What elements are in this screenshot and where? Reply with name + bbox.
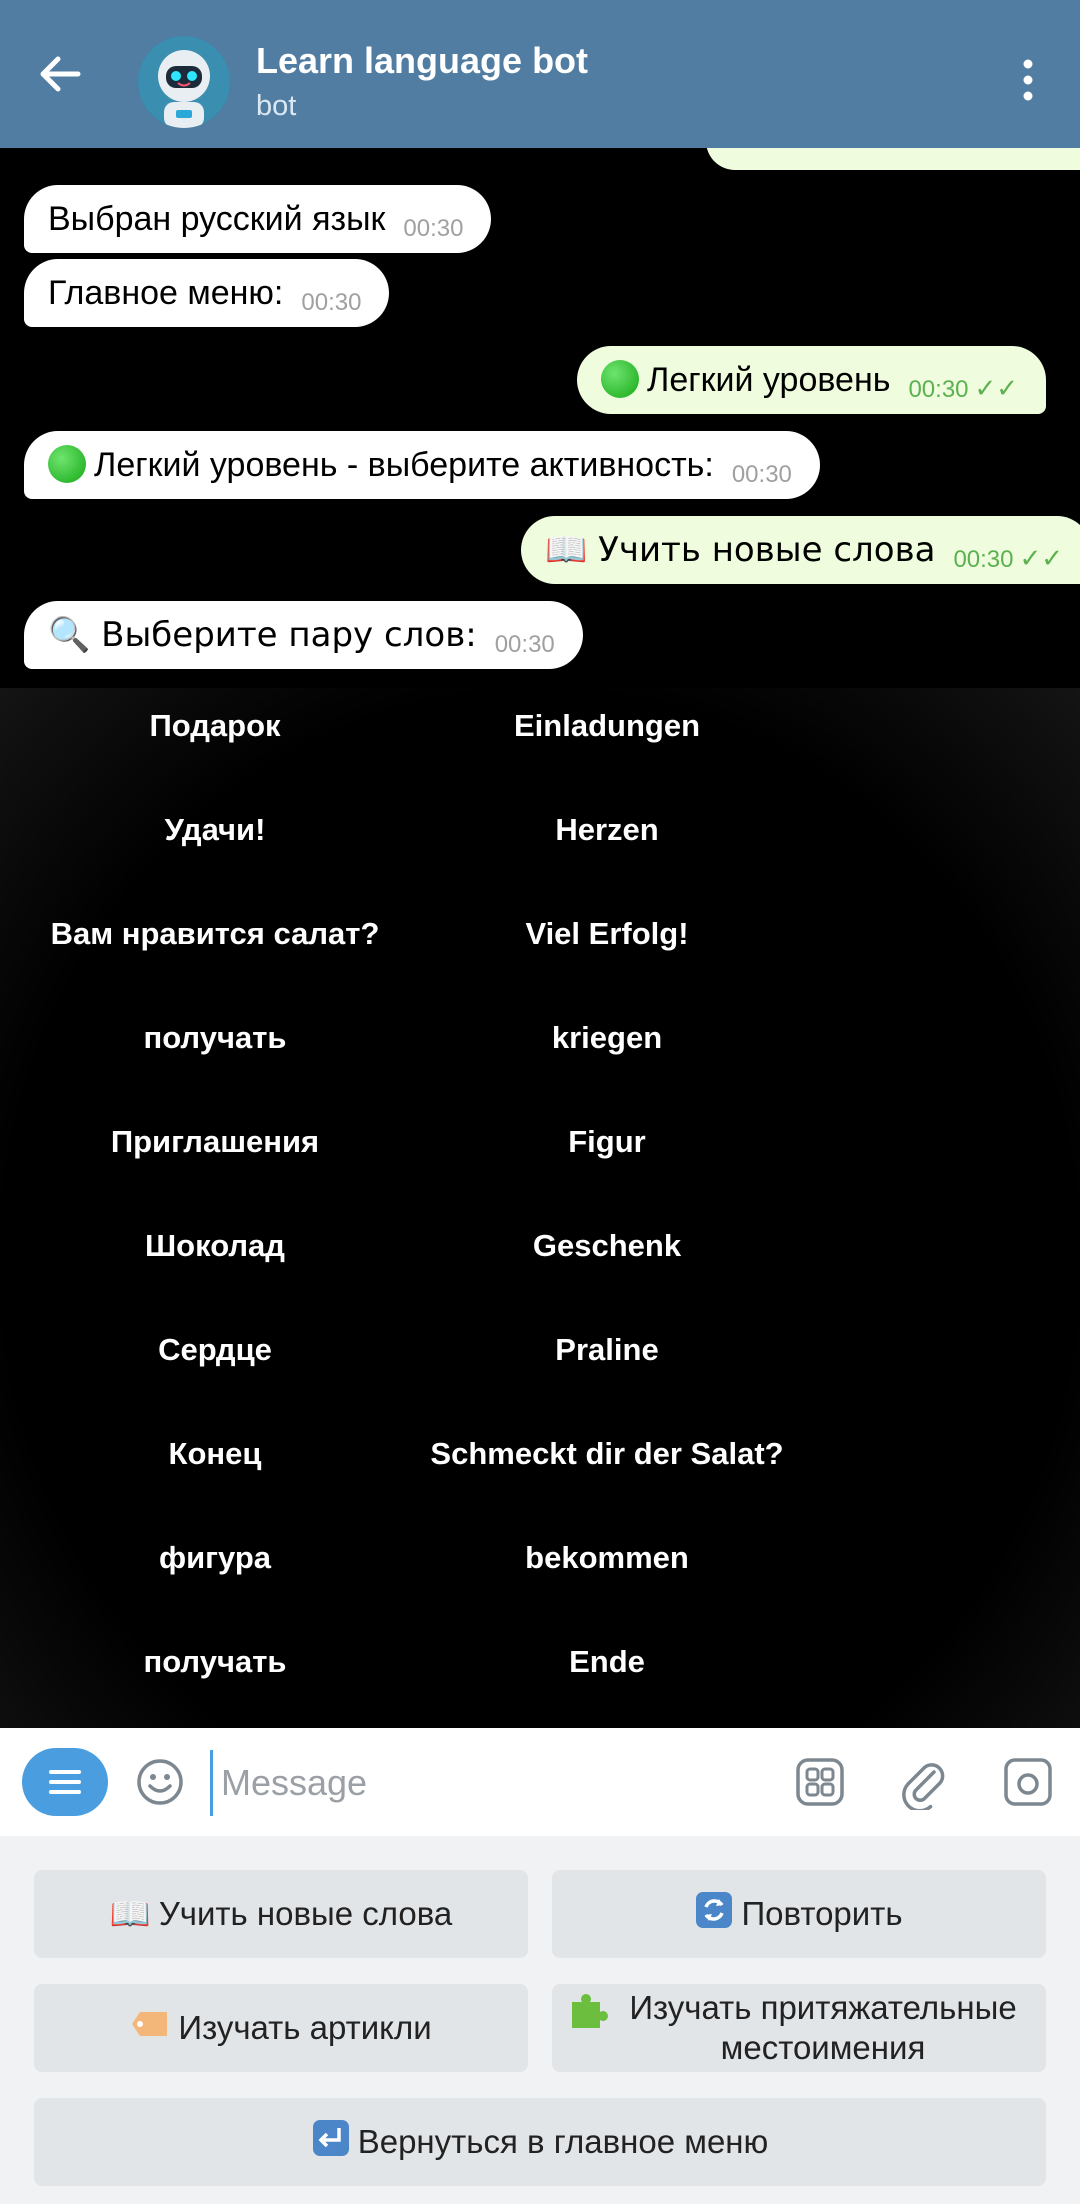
message-time: 00:30: [494, 631, 555, 658]
word-pair-row: Сердце Praline: [0, 1320, 1080, 1380]
word-button-ru[interactable]: Подарок: [20, 696, 410, 756]
green-circle-icon: [601, 360, 639, 398]
back-arrow-icon[interactable]: [30, 44, 90, 104]
puzzle-piece-icon: [568, 1990, 608, 2039]
bot-avatar[interactable]: [138, 36, 230, 128]
word-pair-row: Конец Schmeckt dir der Salat?: [0, 1424, 1080, 1484]
robot-avatar-icon: [138, 36, 230, 128]
word-button-de[interactable]: Viel Erfolg!: [407, 904, 807, 964]
attach-paperclip-icon[interactable]: [896, 1754, 952, 1810]
word-button-de[interactable]: Einladungen: [407, 696, 807, 756]
message-input-bar: [0, 1728, 1080, 1836]
message-text: Легкий уровень - выберите активность:: [94, 446, 714, 484]
word-button-de[interactable]: kriegen: [407, 1008, 807, 1068]
button-label: Повторить: [741, 1895, 903, 1932]
message-bubble[interactable]: 🔍 Выберите пару слов: 00:30: [24, 601, 583, 669]
message-text: Легкий уровень: [647, 361, 891, 399]
double-check-icon: ✓✓: [1019, 543, 1064, 573]
return-arrow-icon: [312, 2119, 350, 2166]
bot-menu-button[interactable]: [22, 1748, 108, 1816]
repeat-button[interactable]: Повторить: [552, 1870, 1046, 1958]
study-articles-button[interactable]: Изучать артикли: [34, 1984, 528, 2072]
button-label: Изучать артикли: [178, 2009, 432, 2046]
word-button-ru[interactable]: Шоколад: [20, 1216, 410, 1276]
message-time: 00:30: [953, 546, 1014, 573]
bot-commands-icon[interactable]: [792, 1754, 848, 1810]
word-button-de[interactable]: bekommen: [407, 1528, 807, 1588]
message-bubble[interactable]: 📖 Учить новые слова 00:30 ✓✓: [521, 516, 1080, 584]
message-text: 🔍 Выберите пару слов:: [48, 615, 477, 655]
word-button-ru[interactable]: Сердце: [20, 1320, 410, 1380]
word-pair-row: Приглашения Figur: [0, 1112, 1080, 1172]
tag-icon: [130, 2008, 170, 2048]
word-button-ru[interactable]: получать: [20, 1008, 410, 1068]
word-button-ru[interactable]: получать: [20, 1632, 410, 1692]
button-label: Учить новые слова: [158, 1895, 453, 1932]
word-pair-row: фигура bekommen: [0, 1528, 1080, 1588]
reply-keyboard: 📖 Учить новые слова Повторить Изучать арт…: [0, 1836, 1080, 2204]
word-pair-row: получать kriegen: [0, 1008, 1080, 1068]
word-pair-row: Удачи! Herzen: [0, 800, 1080, 860]
button-label: Вернуться в главное меню: [357, 2123, 769, 2160]
word-pair-row: Подарок Einladungen: [0, 696, 1080, 756]
back-to-main-menu-button[interactable]: Вернуться в главное меню: [34, 2098, 1046, 2186]
word-button-de[interactable]: Herzen: [407, 800, 807, 860]
message-bubble[interactable]: Легкий уровень 00:30 ✓✓: [577, 346, 1047, 414]
menu-lines-icon: [49, 1770, 81, 1794]
message-time: 00:30: [731, 461, 792, 488]
message-bubble[interactable]: Главное меню: 00:30: [24, 259, 390, 327]
learn-new-words-button[interactable]: 📖 Учить новые слова: [34, 1870, 528, 1958]
word-pair-row: Вам нравится салат? Viel Erfolg!: [0, 904, 1080, 964]
open-book-icon: 📖: [109, 1894, 151, 1933]
chat-header: Learn language bot bot: [0, 0, 1080, 148]
word-button-ru[interactable]: Конец: [20, 1424, 410, 1484]
word-button-ru[interactable]: Удачи!: [20, 800, 410, 860]
green-circle-icon: [48, 445, 86, 483]
double-check-icon: ✓✓: [974, 373, 1019, 403]
study-possessive-pronouns-button[interactable]: Изучать притяжательные местоимения: [552, 1984, 1046, 2072]
word-button-ru[interactable]: фигура: [20, 1528, 410, 1588]
message-input[interactable]: [210, 1750, 783, 1816]
message-time: 00:30: [908, 376, 969, 403]
message-bubble-clipped[interactable]: [706, 148, 1080, 170]
word-button-de[interactable]: Geschenk: [407, 1216, 807, 1276]
word-button-de[interactable]: Schmeckt dir der Salat?: [407, 1424, 807, 1484]
word-button-ru[interactable]: Приглашения: [20, 1112, 410, 1172]
word-pair-row: Шоколад Geschenk: [0, 1216, 1080, 1276]
button-label: Изучать притяжательные местоимения: [629, 1989, 1017, 2066]
camera-icon[interactable]: [1000, 1754, 1056, 1810]
message-text: Главное меню:: [48, 274, 284, 312]
message-time: 00:30: [301, 289, 362, 316]
more-options-icon[interactable]: [1012, 56, 1044, 104]
message-text: 📖 Учить новые слова: [545, 530, 936, 570]
message-text: Выбран русский язык: [48, 200, 386, 238]
word-button-de[interactable]: Figur: [407, 1112, 807, 1172]
chat-title[interactable]: Learn language bot: [256, 40, 588, 82]
word-button-de[interactable]: Praline: [407, 1320, 807, 1380]
message-bubble[interactable]: Выбран русский язык 00:30: [24, 185, 492, 253]
repeat-icon: [695, 1891, 733, 1938]
word-pair-row: получать Ende: [0, 1632, 1080, 1692]
message-bubble[interactable]: Легкий уровень - выберите активность: 00:…: [24, 431, 820, 499]
emoji-icon[interactable]: [132, 1754, 188, 1810]
message-time: 00:30: [403, 215, 464, 242]
word-button-de[interactable]: Ende: [407, 1632, 807, 1692]
word-button-ru[interactable]: Вам нравится салат?: [20, 904, 410, 964]
chat-area[interactable]: Выбран русский язык 00:30 Главное меню: 00…: [0, 148, 1080, 1728]
chat-subtitle: bot: [256, 90, 297, 122]
